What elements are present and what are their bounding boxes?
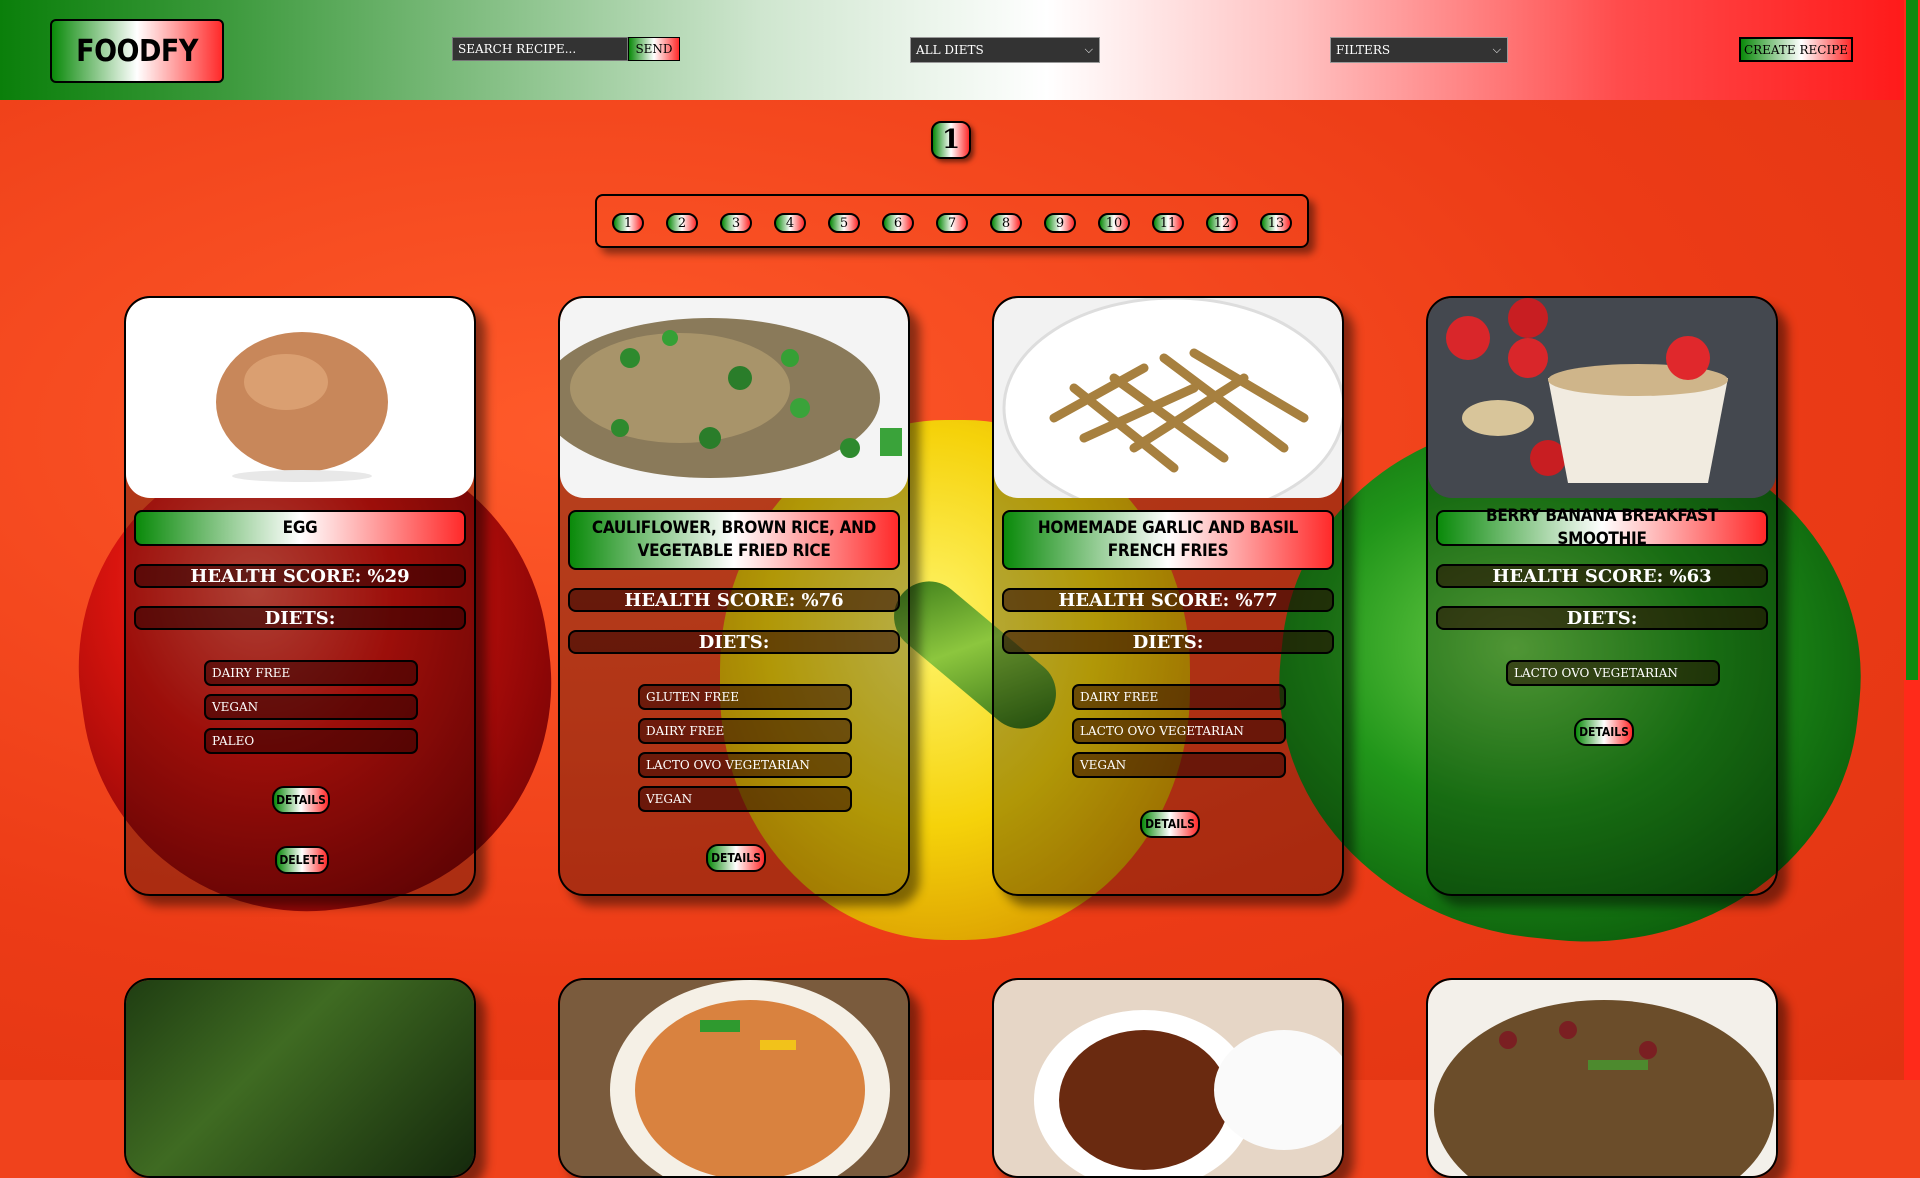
filters-select-value: FILTERS xyxy=(1336,43,1391,57)
page-button[interactable]: 6 xyxy=(882,213,914,233)
details-button[interactable]: DETAILS xyxy=(272,786,330,814)
recipe-image-french-fries xyxy=(994,298,1342,498)
recipe-card: BERRY BANANA BREAKFAST SMOOTHIE HEALTH S… xyxy=(1426,296,1778,896)
recipe-card xyxy=(124,978,476,1178)
diet-tag: LACTO OVO VEGETARIAN xyxy=(1072,718,1286,744)
diet-tag: LACTO OVO VEGETARIAN xyxy=(1506,660,1720,686)
diet-tag: PALEO xyxy=(204,728,418,754)
recipe-card xyxy=(558,978,910,1178)
recipe-card xyxy=(992,978,1344,1178)
recipe-image-egg xyxy=(126,298,474,498)
diets-label: DIETS: xyxy=(1436,606,1768,630)
page-button[interactable]: 11 xyxy=(1152,213,1184,233)
health-score: HEALTH SCORE: %77 xyxy=(1002,588,1334,612)
recipe-card: CAULIFLOWER, BROWN RICE, AND VEGETABLE F… xyxy=(558,296,910,896)
recipe-title: HOMEMADE GARLIC AND BASIL FRENCH FRIES xyxy=(1002,510,1334,570)
chevron-down-icon: ⌵ xyxy=(1084,43,1093,56)
page-button[interactable]: 2 xyxy=(666,213,698,233)
details-button[interactable]: DETAILS xyxy=(1574,718,1634,746)
recipe-image-stew xyxy=(994,980,1342,1176)
page-button[interactable]: 3 xyxy=(720,213,752,233)
diet-tag: LACTO OVO VEGETARIAN xyxy=(638,752,852,778)
recipe-card xyxy=(1426,978,1778,1178)
details-button[interactable]: DETAILS xyxy=(1140,810,1200,838)
pagination-bar: 1 2 3 4 5 6 7 8 9 10 11 12 13 xyxy=(595,194,1309,248)
diet-tag: VEGAN xyxy=(204,694,418,720)
current-page-indicator: 1 xyxy=(931,121,971,159)
page-button[interactable]: 7 xyxy=(936,213,968,233)
diets-select[interactable]: ALL DIETS ⌵ xyxy=(910,37,1100,63)
page-button[interactable]: 5 xyxy=(828,213,860,233)
diets-label: DIETS: xyxy=(568,630,900,654)
recipe-image-greens xyxy=(126,980,474,1176)
health-score: HEALTH SCORE: %29 xyxy=(134,564,466,588)
logo[interactable]: FOODFY xyxy=(50,19,224,83)
diets-label: DIETS: xyxy=(1002,630,1334,654)
diets-label: DIETS: xyxy=(134,606,466,630)
recipe-card: EGG HEALTH SCORE: %29 DIETS: DAIRY FREE … xyxy=(124,296,476,896)
search-input[interactable] xyxy=(452,37,628,61)
diet-tag: DAIRY FREE xyxy=(1072,684,1286,710)
page-button[interactable]: 4 xyxy=(774,213,806,233)
scrollbar-thumb[interactable] xyxy=(1906,0,1918,680)
recipe-image-beans xyxy=(1428,980,1776,1176)
send-button[interactable]: SEND xyxy=(628,37,680,61)
recipe-image-curry xyxy=(560,980,908,1176)
health-score: HEALTH SCORE: %63 xyxy=(1436,564,1768,588)
page-scrollbar[interactable] xyxy=(1904,0,1920,1080)
diet-tag: DAIRY FREE xyxy=(638,718,852,744)
page-button[interactable]: 10 xyxy=(1098,213,1130,233)
diets-select-value: ALL DIETS xyxy=(916,43,984,57)
page-button[interactable]: 1 xyxy=(612,213,644,233)
create-recipe-button[interactable]: CREATE RECIPE xyxy=(1739,37,1853,62)
recipe-title: BERRY BANANA BREAKFAST SMOOTHIE xyxy=(1436,506,1768,549)
page-button[interactable]: 8 xyxy=(990,213,1022,233)
chevron-down-icon: ⌵ xyxy=(1492,43,1501,56)
page-button[interactable]: 9 xyxy=(1044,213,1076,233)
recipe-title: EGG xyxy=(134,510,466,546)
health-score: HEALTH SCORE: %76 xyxy=(568,588,900,612)
recipe-image-fried-rice xyxy=(560,298,908,498)
filters-select[interactable]: FILTERS ⌵ xyxy=(1330,37,1508,63)
top-navbar: FOODFY SEND ALL DIETS ⌵ FILTERS ⌵ CREATE… xyxy=(0,0,1904,100)
page-button[interactable]: 13 xyxy=(1260,213,1292,233)
diet-tag: VEGAN xyxy=(1072,752,1286,778)
diet-tag: DAIRY FREE xyxy=(204,660,418,686)
recipe-card: HOMEMADE GARLIC AND BASIL FRENCH FRIES H… xyxy=(992,296,1344,896)
page-button[interactable]: 12 xyxy=(1206,213,1238,233)
recipe-title: CAULIFLOWER, BROWN RICE, AND VEGETABLE F… xyxy=(568,510,900,570)
details-button[interactable]: DETAILS xyxy=(706,844,766,872)
diet-tag: GLUTEN FREE xyxy=(638,684,852,710)
diet-tag: VEGAN xyxy=(638,786,852,812)
delete-button[interactable]: DELETE xyxy=(275,846,329,874)
recipe-image-smoothie xyxy=(1428,298,1776,498)
